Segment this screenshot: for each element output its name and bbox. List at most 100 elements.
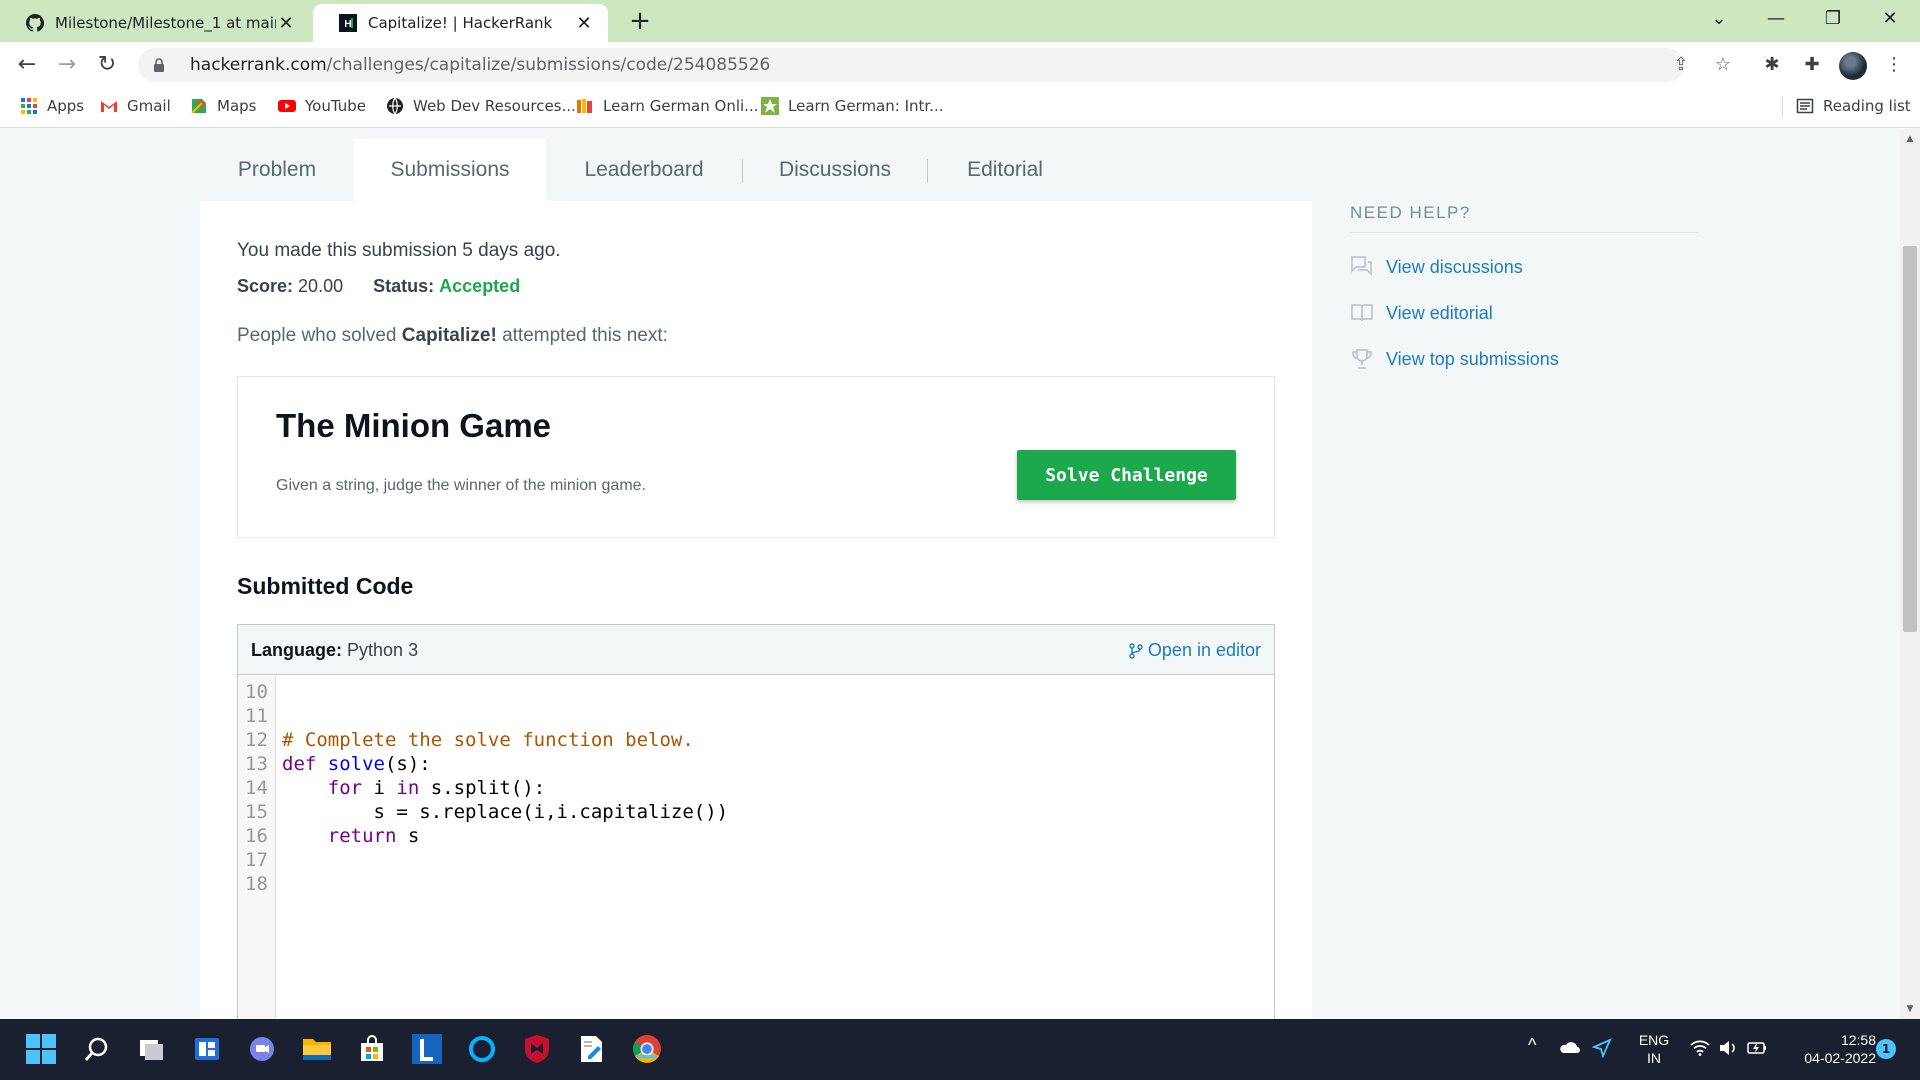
- tab-discussions[interactable]: Discussions: [743, 139, 927, 201]
- clock-date: 04-02-2022: [1804, 1050, 1876, 1066]
- youtube-icon: [278, 100, 296, 112]
- apps-grid-icon: [21, 98, 37, 114]
- score-status-line: Score: 20.00 Status: Accepted: [237, 276, 520, 297]
- line-number: 14: [245, 777, 268, 799]
- browser-tab-hackerrank[interactable]: H Capitalize! | HackerRank ✕: [313, 4, 608, 42]
- extension-bug-icon[interactable]: ✱: [1758, 51, 1786, 79]
- language-info: Language: Python 3: [251, 640, 418, 661]
- bookmark-web-dev-resources[interactable]: Web Dev Resources...: [386, 94, 576, 118]
- maps-pin-icon: [191, 99, 206, 114]
- line-number: 13: [245, 753, 268, 775]
- line-number: 17: [245, 849, 268, 871]
- tab-problem[interactable]: Problem: [200, 139, 354, 201]
- microsoft-store-icon[interactable]: [355, 1032, 389, 1066]
- bookmark-learn-german-intro[interactable]: Learn German: Intr...: [761, 94, 944, 118]
- cortana-ring-icon[interactable]: [465, 1032, 499, 1066]
- input-language-indicator[interactable]: ENG IN: [1636, 1031, 1672, 1067]
- view-top-submissions-link[interactable]: View top submissions: [1350, 348, 1559, 370]
- scroll-down-arrow-icon[interactable]: ▼: [1905, 1004, 1915, 1014]
- forward-arrow-icon[interactable]: →: [50, 49, 84, 81]
- people-suffix: attempted this next:: [496, 325, 668, 346]
- profile-avatar[interactable]: [1839, 52, 1867, 80]
- clock[interactable]: 12:58 04-02-2022: [1780, 1031, 1876, 1067]
- wifi-icon[interactable]: [1690, 1040, 1710, 1060]
- lock-icon: [154, 58, 164, 72]
- code-viewer-header: Language: Python 3 Open in editor: [238, 625, 1274, 675]
- widgets-icon[interactable]: [190, 1032, 224, 1066]
- globe-icon: [387, 97, 403, 115]
- svg-text:H: H: [344, 19, 351, 30]
- clock-time: 12:58: [1840, 1032, 1876, 1048]
- bookmark-learn-german-online[interactable]: Learn German Onli...: [576, 94, 758, 118]
- bookmark-youtube[interactable]: YouTube: [278, 94, 366, 118]
- tab-search-chevron-icon[interactable]: ⌄: [1691, 0, 1747, 40]
- bookmark-apps[interactable]: Apps: [20, 94, 84, 118]
- scroll-up-arrow-icon[interactable]: ▲: [1905, 134, 1915, 144]
- show-hidden-icons-chevron-icon[interactable]: ^: [1528, 1036, 1536, 1054]
- menu-kebab-icon[interactable]: ⋮: [1880, 51, 1908, 79]
- close-tab-icon[interactable]: ✕: [276, 13, 296, 34]
- address-bar[interactable]: hackerrank.com/challenges/capitalize/sub…: [138, 48, 1684, 82]
- status-label: Status:: [373, 276, 435, 296]
- code-text: for i in s.split():: [327, 777, 546, 799]
- view-discussions-link[interactable]: View discussions: [1350, 256, 1523, 278]
- document-pen-icon[interactable]: [575, 1032, 609, 1066]
- submission-card: You made this submission 5 days ago. Sco…: [200, 201, 1312, 1019]
- active-app-indicator: [637, 1055, 657, 1058]
- location-arrow-icon[interactable]: [1591, 1038, 1612, 1062]
- close-tab-icon[interactable]: ✕: [574, 13, 594, 34]
- line-number: 11: [245, 705, 268, 727]
- code-text: return s: [327, 825, 420, 847]
- teams-chat-icon[interactable]: [245, 1032, 279, 1066]
- extensions-puzzle-icon[interactable]: ✚: [1798, 51, 1826, 79]
- solve-challenge-button[interactable]: Solve Challenge: [1017, 450, 1236, 500]
- gmail-icon: [101, 101, 117, 112]
- scrollbar-thumb[interactable]: [1903, 246, 1917, 632]
- windows-start-icon[interactable]: [24, 1032, 58, 1066]
- bookmark-maps[interactable]: Maps: [190, 94, 256, 118]
- minimize-icon[interactable]: —: [1748, 0, 1804, 40]
- code-text: s = s.replace(i,i.capitalize()): [282, 801, 729, 823]
- mcafee-shield-icon[interactable]: [520, 1032, 554, 1066]
- chrome-icon[interactable]: [630, 1032, 664, 1066]
- code-viewer: Language: Python 3 Open in editor 10 11 …: [237, 624, 1275, 1019]
- bookmark-gmail[interactable]: Gmail: [100, 94, 171, 118]
- browser-tab-github[interactable]: Milestone/Milestone_1 at main · ✕: [0, 4, 310, 42]
- branch-icon: [1129, 642, 1143, 659]
- l-app-icon[interactable]: [410, 1032, 444, 1066]
- battery-icon[interactable]: [1746, 1040, 1768, 1060]
- close-window-icon[interactable]: ✕: [1862, 0, 1918, 40]
- task-view-icon[interactable]: [135, 1032, 169, 1066]
- view-editorial-label: View editorial: [1386, 302, 1493, 323]
- bookmark-star-icon[interactable]: ☆: [1710, 52, 1736, 78]
- line-number: 15: [245, 801, 268, 823]
- tab-submissions[interactable]: Submissions: [354, 139, 546, 201]
- bookmark-label: Gmail: [127, 97, 171, 115]
- volume-icon[interactable]: [1718, 1040, 1738, 1060]
- search-icon[interactable]: [80, 1032, 114, 1066]
- restore-window-icon[interactable]: ❐: [1805, 0, 1861, 40]
- reload-icon[interactable]: ↻: [90, 49, 124, 81]
- score-value: 20.00: [298, 276, 344, 296]
- books-icon: [577, 99, 592, 113]
- view-editorial-link[interactable]: View editorial: [1350, 302, 1493, 324]
- reading-list-button[interactable]: Reading list: [1796, 94, 1911, 118]
- back-arrow-icon[interactable]: ←: [10, 49, 44, 81]
- new-tab-button[interactable]: +: [624, 6, 656, 38]
- bookmark-label: Web Dev Resources...: [413, 97, 576, 115]
- next-challenge-card: The Minion Game Given a string, judge th…: [237, 376, 1275, 538]
- share-icon[interactable]: ⇪: [1668, 52, 1694, 78]
- reading-list-label: Reading list: [1823, 97, 1911, 115]
- onedrive-cloud-icon[interactable]: [1558, 1040, 1580, 1058]
- bookmark-label: Learn German: Intr...: [788, 97, 944, 115]
- region-code: IN: [1647, 1050, 1661, 1066]
- people-prefix: People who solved: [237, 325, 402, 346]
- file-explorer-icon[interactable]: [300, 1032, 334, 1066]
- next-challenge-title[interactable]: The Minion Game: [276, 407, 551, 445]
- windows-taskbar: [0, 1019, 1920, 1080]
- tab-editorial[interactable]: Editorial: [928, 139, 1082, 201]
- score-label: Score:: [237, 276, 294, 296]
- tab-leaderboard[interactable]: Leaderboard: [546, 139, 742, 201]
- open-in-editor-link[interactable]: Open in editor: [1129, 640, 1261, 661]
- notification-badge[interactable]: 1: [1876, 1039, 1896, 1059]
